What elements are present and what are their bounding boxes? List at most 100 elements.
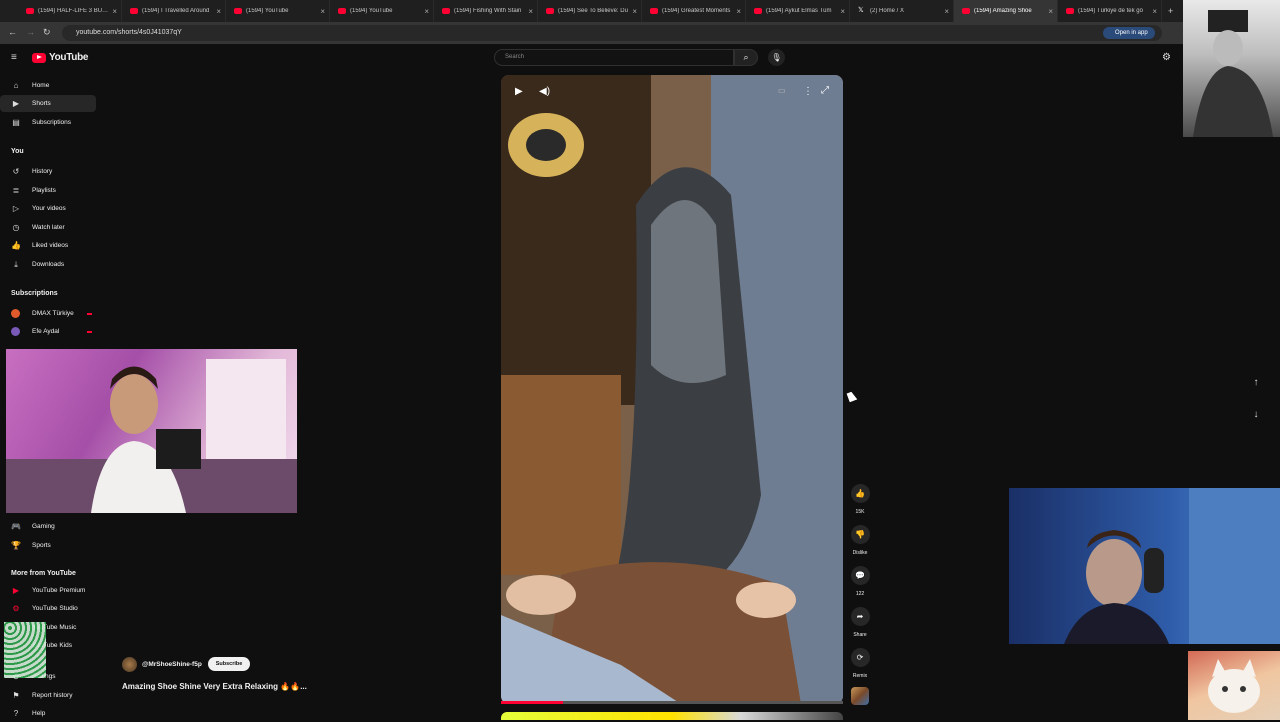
browser-tab[interactable]: (1594) Amazing Shoe ×	[954, 0, 1058, 22]
channel-label: Efe Aydal	[32, 328, 60, 335]
browser-tab[interactable]: (1594) Türkiye de tek gö ×	[1058, 0, 1162, 22]
mouse-cursor	[846, 390, 858, 403]
sidebar-item-label: Your videos	[32, 205, 66, 212]
video-title[interactable]: Amazing Shoe Shine Very Extra Relaxing 🔥…	[122, 682, 307, 691]
overlay-cat-image	[1188, 651, 1280, 720]
browser-tab[interactable]: 𝕏 (2) Home / X ×	[850, 0, 954, 22]
shorts-video-player[interactable]: ▶ ◀) ▭ ⋮ ⤢	[501, 75, 843, 704]
new-tab-icon[interactable]: +	[1168, 6, 1173, 16]
settings-gear-icon[interactable]: ⚙	[1162, 52, 1171, 63]
webcam-person-image	[1064, 488, 1280, 644]
browser-tab[interactable]: (1594) HALF-LIFE 3 BU CI ×	[18, 0, 122, 22]
url-field[interactable]: youtube.com/shorts/4s0J41037qY	[62, 25, 1162, 41]
video-frame	[501, 75, 843, 704]
next-short-preview[interactable]	[501, 712, 843, 720]
browser-tab[interactable]: (1594) Aykut Elmas Tüm ×	[746, 0, 850, 22]
browser-tab[interactable]: (1594) YouTube ×	[226, 0, 330, 22]
close-tab-icon[interactable]: ×	[320, 7, 325, 16]
dislike-button[interactable]: 👎 Dislike	[849, 525, 871, 556]
browser-tab[interactable]: (1594) I Travelled Around ×	[122, 0, 226, 22]
youtube-icon	[442, 8, 450, 14]
share-icon: ➦	[850, 607, 870, 626]
close-tab-icon[interactable]: ×	[1048, 7, 1053, 16]
sidebar-item-watch-later[interactable]: ◷ Watch later	[0, 219, 100, 236]
sidebar-item-history[interactable]: ↺ History	[0, 163, 100, 180]
mic-icon[interactable]: 🎙	[768, 49, 785, 66]
close-tab-icon[interactable]: ×	[112, 7, 117, 16]
captions-icon[interactable]: ▭	[778, 86, 786, 95]
forward-icon[interactable]: →	[26, 27, 35, 37]
subscription-channel[interactable]: DMAX Türkiye	[0, 305, 100, 322]
close-tab-icon[interactable]: ×	[736, 7, 741, 16]
cat-image	[1208, 659, 1260, 713]
youtube-icon	[26, 8, 34, 14]
comments-button[interactable]: 💬 122	[849, 566, 871, 597]
sidebar-item-liked-videos[interactable]: 👍 Liked videos	[0, 237, 100, 254]
tab-strip: (1594) HALF-LIFE 3 BU CI × (1594) I Travel…	[18, 0, 1162, 22]
sidebar-item-shorts[interactable]: ▶ Shorts	[0, 95, 96, 112]
share-label: Share	[853, 632, 867, 638]
sidebar-item-your-videos[interactable]: ▷ Your videos	[0, 200, 100, 217]
open-in-app-button[interactable]: Open in app	[1103, 27, 1155, 39]
share-button[interactable]: ➦ Share	[849, 607, 871, 638]
volume-icon[interactable]: ◀)	[539, 86, 550, 97]
sidebar-item-youtube-studio[interactable]: ⚙ YouTube Studio	[0, 600, 100, 617]
close-tab-icon[interactable]: ×	[424, 7, 429, 16]
youtube-icon	[130, 8, 138, 14]
channel-name[interactable]: @MrShoeShine-f5p	[142, 661, 202, 668]
overlay-sticker	[4, 622, 46, 678]
subscription-channel[interactable]: Efe Aydal	[0, 323, 100, 340]
fullscreen-icon[interactable]: ⤢	[821, 85, 829, 96]
channel-label: DMAX Türkiye	[32, 310, 74, 317]
sidebar-heading-subscriptions[interactable]: Subscriptions	[11, 290, 58, 297]
sidebar-heading-you[interactable]: You	[11, 148, 24, 155]
like-button[interactable]: 👍 15K	[849, 484, 871, 515]
browser-tab[interactable]: (1594) Greatest Moments ×	[642, 0, 746, 22]
browser-tab[interactable]: (1594) See To Believe: Du ×	[538, 0, 642, 22]
sidebar-item-sports[interactable]: 🏆 Sports	[0, 537, 100, 554]
browser-tab[interactable]: (1594) Fishing With Stain ×	[434, 0, 538, 22]
sidebar-item-subscriptions[interactable]: ▤ Subscriptions	[0, 114, 100, 131]
search-input[interactable]: Search	[494, 49, 734, 66]
back-icon[interactable]: ←	[8, 27, 17, 37]
close-tab-icon[interactable]: ×	[632, 7, 637, 16]
previous-short-button[interactable]: ↑	[1247, 374, 1265, 392]
reload-icon[interactable]: ↻	[43, 27, 51, 38]
menu-icon[interactable]: ≡	[11, 52, 17, 63]
youtube-icon	[338, 8, 346, 14]
sidebar-item-playlists[interactable]: ≣ Playlists	[0, 182, 100, 199]
sidebar-item-label: Watch later	[32, 224, 65, 231]
overlay-historic-photo	[1183, 0, 1280, 137]
youtube-logo[interactable]: YouTube	[32, 52, 89, 63]
close-tab-icon[interactable]: ×	[840, 7, 845, 16]
live-indicator	[87, 330, 92, 333]
more-options-icon[interactable]: ⋮	[803, 86, 813, 97]
sidebar-item-report-history[interactable]: ⚑ Report history	[0, 687, 100, 704]
sidebar-item-label: Home	[32, 82, 50, 89]
channel-avatar[interactable]	[122, 657, 137, 672]
home-icon: ⌂	[13, 81, 19, 90]
tab-title: (1594) Amazing Shoe	[974, 8, 1032, 14]
audio-source-thumbnail[interactable]	[851, 687, 869, 705]
sidebar-heading-more[interactable]: More from YouTube	[11, 570, 76, 577]
sidebar-item-downloads[interactable]: ⤓ Downloads	[0, 256, 100, 273]
sidebar-item-gaming[interactable]: 🎮 Gaming	[0, 518, 100, 535]
progress-fill	[501, 701, 563, 704]
search-icon[interactable]: ⌕	[734, 49, 758, 66]
browser-tab[interactable]: (1594) YouTube ×	[330, 0, 434, 22]
close-tab-icon[interactable]: ×	[528, 7, 533, 16]
sidebar-item-home[interactable]: ⌂ Home	[0, 77, 100, 94]
close-tab-icon[interactable]: ×	[944, 7, 949, 16]
close-tab-icon[interactable]: ×	[1152, 7, 1157, 16]
video-progress-bar[interactable]	[501, 701, 843, 704]
thumb-up-icon: 👍	[11, 241, 21, 250]
sidebar-item-help[interactable]: ? Help	[0, 705, 100, 722]
play-icon[interactable]: ▶	[515, 86, 523, 97]
tab-title: (1594) Aykut Elmas Tüm	[766, 8, 832, 14]
close-tab-icon[interactable]: ×	[216, 7, 221, 16]
sidebar-item-youtube-premium[interactable]: ▶ YouTube Premium	[0, 582, 100, 599]
channel-avatar	[11, 309, 20, 318]
remix-button[interactable]: ⟳ Remix	[849, 648, 871, 679]
subscribe-button[interactable]: Subscribe	[208, 657, 250, 671]
next-short-button[interactable]: ↓	[1247, 406, 1265, 424]
